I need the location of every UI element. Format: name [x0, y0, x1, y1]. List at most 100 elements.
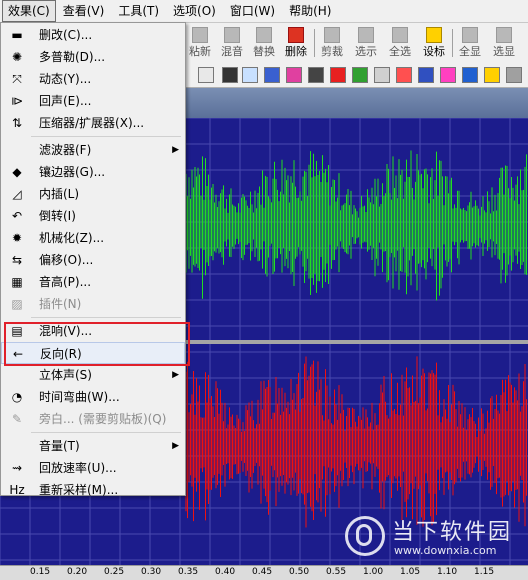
timeline-tick: 0.25: [104, 567, 125, 577]
menu-item-label: 压缩器/扩展器(X)...: [39, 116, 145, 130]
show-all-icon: [462, 27, 478, 43]
cross-fade-icon[interactable]: [396, 67, 412, 83]
menu-item-12: ▨ 插件(N): [1, 293, 185, 315]
menu-item-20[interactable]: Hz 重新采样(M)...: [1, 479, 185, 501]
effects-toolbar: [186, 63, 528, 88]
dynamics-icon: ⤧: [12, 72, 22, 86]
menu-item-label: 滤波器(F): [39, 143, 92, 157]
show-selection-icon: [358, 27, 374, 43]
menu-item-label: 回放速率(U)...: [39, 461, 117, 475]
timeline-tick: 0.30: [141, 567, 162, 577]
submenu-arrow-icon: ▶: [172, 441, 179, 451]
menu-separator: [31, 317, 181, 318]
arrows-icon[interactable]: [418, 67, 434, 83]
mix-button[interactable]: 混音: [218, 25, 246, 61]
cut-icon: ▬: [11, 28, 23, 42]
delete-icon: [288, 27, 304, 43]
amplify-icon[interactable]: [264, 67, 280, 83]
menu-item-label: 立体声(S): [39, 368, 92, 382]
menu-help[interactable]: 帮助(H): [282, 1, 338, 21]
speaker-icon[interactable]: [462, 67, 478, 83]
menu-item-16[interactable]: ◔ 时间弯曲(W)...: [1, 386, 185, 408]
menu-item-4[interactable]: ⇅ 压缩器/扩展器(X)...: [1, 112, 185, 134]
menu-separator: [31, 136, 181, 137]
menu-item-label: 音量(T): [39, 439, 80, 453]
timeline-tick: 1.10: [437, 567, 458, 577]
stereo-icon[interactable]: [440, 67, 456, 83]
zoom-selection-button[interactable]: 选显: [490, 25, 518, 61]
offset-icon: ⇆: [11, 253, 23, 267]
highlight-annotation-box: [4, 322, 190, 366]
show-selection-button[interactable]: 选示: [352, 25, 380, 61]
fade-icon[interactable]: [352, 67, 368, 83]
set-marker-button[interactable]: 设标: [420, 25, 448, 61]
paste-new-button[interactable]: 粘新: [186, 25, 214, 61]
menu-item-10[interactable]: ⇆ 偏移(O)...: [1, 249, 185, 271]
replace-icon: [256, 27, 272, 43]
equalizer-icon[interactable]: [286, 67, 302, 83]
menu-item-label: 多普勒(D)...: [39, 50, 106, 64]
watermark-url: www.downxia.com: [394, 544, 497, 557]
menu-item-17: ✎ 旁白... (需要剪贴板)(Q): [1, 408, 185, 430]
menu-item-15[interactable]: 立体声(S) ▶: [1, 364, 185, 386]
menu-item-2[interactable]: ⤧ 动态(Y)...: [1, 68, 185, 90]
scissors-icon[interactable]: [374, 67, 390, 83]
pitch-icon: ▦: [11, 275, 23, 289]
edit-toolbar: 粘新 混音 替换 删除 剪裁 选示 全选 设标 全显 选显: [186, 23, 528, 64]
menu-window[interactable]: 窗口(W): [223, 1, 282, 21]
menu-view[interactable]: 查看(V): [56, 1, 112, 21]
marker-yellow-icon[interactable]: [484, 67, 500, 83]
envelope-icon[interactable]: [308, 67, 324, 83]
menu-item-5[interactable]: 滤波器(F) ▶: [1, 139, 185, 161]
replace-button[interactable]: 替换: [250, 25, 278, 61]
trim-marker-icon[interactable]: [198, 67, 214, 83]
toolbar-divider: [314, 29, 315, 57]
menu-item-11[interactable]: ▦ 音高(P)...: [1, 271, 185, 293]
menu-item-1[interactable]: ✺ 多普勒(D)...: [1, 46, 185, 68]
timeline-ruler[interactable]: 0.15 0.20 0.25 0.30 0.35 0.40 0.45 0.50 0.55 1.00…: [0, 565, 528, 580]
up-down-icon[interactable]: [222, 67, 238, 83]
menu-tools[interactable]: 工具(T): [111, 1, 166, 21]
menu-item-label: 插件(N): [39, 297, 82, 311]
select-all-button[interactable]: 全选: [386, 25, 414, 61]
trim-button[interactable]: 剪裁: [318, 25, 346, 61]
flanger-icon: ◆: [12, 165, 22, 179]
menu-bar: 效果(C) 查看(V) 工具(T) 选项(O) 窗口(W) 帮助(H): [0, 0, 528, 23]
mechanize-icon: ✹: [11, 231, 23, 245]
menu-options[interactable]: 选项(O): [166, 1, 223, 21]
timeline-tick: 1.00: [363, 567, 384, 577]
menu-separator: [31, 432, 181, 433]
grid-icon[interactable]: [242, 67, 258, 83]
menu-item-label: 删改(C)...: [39, 28, 93, 42]
menu-item-label: 镶边器(G)...: [39, 165, 106, 179]
menu-item-19[interactable]: ⇝ 回放速率(U)...: [1, 457, 185, 479]
left-channel-wave: [185, 150, 527, 301]
menu-effects[interactable]: 效果(C): [2, 0, 56, 22]
timeline-tick: 0.40: [215, 567, 236, 577]
menu-item-0[interactable]: ▬ 删改(C)...: [1, 24, 185, 46]
timeline-tick: 0.45: [252, 567, 273, 577]
noise-icon[interactable]: [330, 67, 346, 83]
menu-item-18[interactable]: 音量(T) ▶: [1, 435, 185, 457]
zoom-selection-icon: [496, 27, 512, 43]
show-all-button[interactable]: 全显: [456, 25, 484, 61]
menu-item-label: 时间弯曲(W)...: [39, 390, 120, 404]
menu-item-3[interactable]: ⧐ 回声(E)...: [1, 90, 185, 112]
watermark-title: 当下软件园: [392, 520, 513, 545]
menu-item-8[interactable]: ↶ 倒转(I): [1, 205, 185, 227]
zoom-icon[interactable]: [506, 67, 522, 83]
menu-item-7[interactable]: ◿ 内插(L): [1, 183, 185, 205]
menu-item-6[interactable]: ◆ 镶边器(G)...: [1, 161, 185, 183]
menu-item-label: 机械化(Z)...: [39, 231, 105, 245]
select-all-icon: [392, 27, 408, 43]
timeline-tick: 0.35: [178, 567, 199, 577]
menu-item-9[interactable]: ✹ 机械化(Z)...: [1, 227, 185, 249]
playback-rate-icon: ⇝: [11, 461, 23, 475]
menu-item-label: 偏移(O)...: [39, 253, 94, 267]
invert-icon: ↶: [11, 209, 23, 223]
timeline-tick: 0.50: [289, 567, 310, 577]
mix-icon: [224, 27, 240, 43]
watermark-logo-inner: [356, 524, 372, 546]
menu-item-label: 内插(L): [39, 187, 80, 201]
delete-button[interactable]: 删除: [282, 25, 310, 61]
